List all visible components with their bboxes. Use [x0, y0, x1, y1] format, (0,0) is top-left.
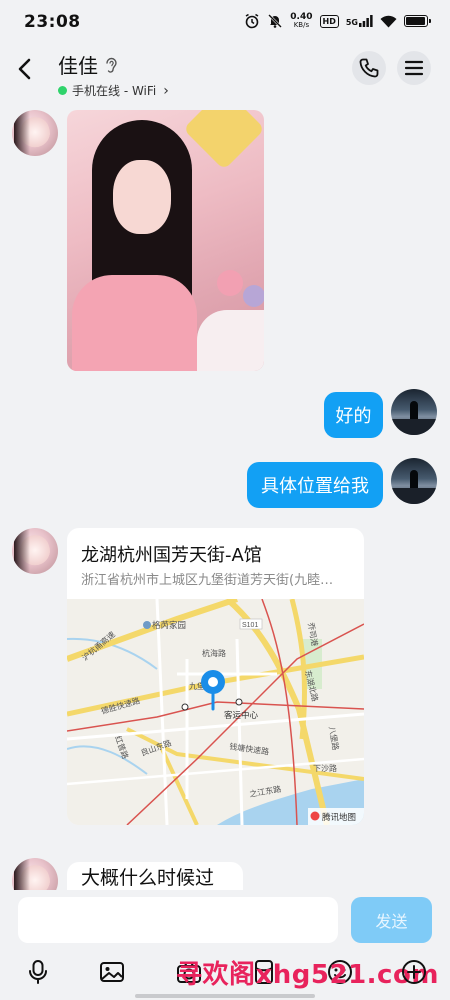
status-time: 23:08 — [24, 12, 81, 32]
message-list[interactable]: 好的 具体位置给我 龙湖杭州国芳天街-A馆 浙江省杭州市上城区九堡街道芳天街(九… — [0, 100, 450, 890]
net-speed-value: 0.40 — [290, 12, 313, 22]
face-shape — [113, 160, 171, 234]
received-message-bubble[interactable]: 大概什么时候过来 — [67, 862, 243, 890]
location-title: 龙湖杭州国芳天街-A馆 — [81, 545, 262, 566]
composer-toolbar: 寻欢阁xhg521.com — [0, 952, 450, 992]
online-status: 手机在线 - WiFi — [72, 84, 157, 98]
message-text: 具体位置给我 — [261, 476, 369, 497]
location-message-card[interactable]: 龙湖杭州国芳天街-A馆 浙江省杭州市上城区九堡街道芳天街(九睦… 格芮家园 杭海… — [67, 528, 364, 825]
sent-message-bubble[interactable]: 具体位置给我 — [247, 462, 383, 508]
wifi-icon — [380, 15, 397, 27]
home-indicator[interactable] — [135, 994, 315, 998]
map-label: 下沙路 — [313, 763, 337, 773]
contact-name: 佳佳 — [58, 54, 98, 78]
message-input[interactable] — [18, 897, 338, 943]
send-button[interactable]: 发送 — [351, 897, 432, 943]
chat-header: 佳佳 手机在线 - WiFi › — [0, 44, 450, 100]
status-bar: 23:08 0.40 KB/s HD 5G — [0, 0, 450, 44]
map-label: 格芮家园 — [152, 620, 186, 630]
menu-icon — [404, 60, 424, 76]
contact-info[interactable]: 佳佳 手机在线 - WiFi › — [58, 50, 169, 99]
mute-bell-icon — [268, 14, 283, 28]
map-brand: 腾讯地图 — [322, 812, 356, 822]
net-speed: 0.40 KB/s — [290, 12, 313, 30]
message-text: 大概什么时候过来 — [81, 867, 215, 889]
online-dot-icon — [58, 86, 67, 95]
location-address: 浙江省杭州市上城区九堡街道芳天街(九睦… — [81, 573, 334, 588]
top-shape — [72, 275, 197, 371]
status-icons: 0.40 KB/s HD 5G — [244, 12, 431, 30]
image-icon[interactable] — [98, 958, 126, 986]
map-label: S101 — [242, 622, 258, 629]
signal-label: 5G — [345, 18, 358, 27]
map-label: 客运中心 — [224, 710, 259, 720]
my-avatar[interactable] — [391, 389, 437, 435]
tencent-map-logo-icon — [310, 811, 320, 821]
my-avatar[interactable] — [391, 458, 437, 504]
balloon-shape — [182, 110, 264, 171]
contact-avatar[interactable] — [12, 858, 58, 890]
map-label: 杭海路 — [202, 648, 226, 658]
phone-icon — [359, 58, 379, 78]
alarm-icon — [245, 13, 259, 29]
message-text: 好的 — [335, 406, 372, 427]
ear-icon — [106, 57, 117, 73]
sent-message-bubble[interactable]: 好的 — [324, 392, 383, 438]
add-plus-icon[interactable] — [400, 958, 428, 986]
back-arrow-icon[interactable] — [12, 54, 40, 84]
contact-avatar[interactable] — [12, 528, 58, 574]
battery-icon — [404, 15, 431, 27]
status-chevron-icon: › — [163, 82, 169, 99]
cell-signal-icon: 5G — [346, 15, 373, 27]
microphone-icon[interactable] — [24, 958, 52, 986]
hd-badge: HD — [319, 14, 339, 28]
ball-shape — [243, 285, 264, 307]
battery-fill — [406, 17, 425, 25]
map-preview: 格芮家园 杭海路 九堡 德胜快速路 客运中心 良山东路 钱塘快速路 之江东路 下… — [67, 599, 364, 825]
composer: 发送 — [0, 890, 450, 952]
voice-call-button[interactable] — [352, 51, 386, 85]
table-shape — [197, 310, 264, 371]
contact-avatar[interactable] — [12, 110, 58, 156]
ball-shape — [217, 270, 243, 296]
image-message[interactable] — [67, 110, 264, 371]
net-speed-unit: KB/s — [293, 21, 310, 29]
menu-button[interactable] — [397, 51, 431, 85]
